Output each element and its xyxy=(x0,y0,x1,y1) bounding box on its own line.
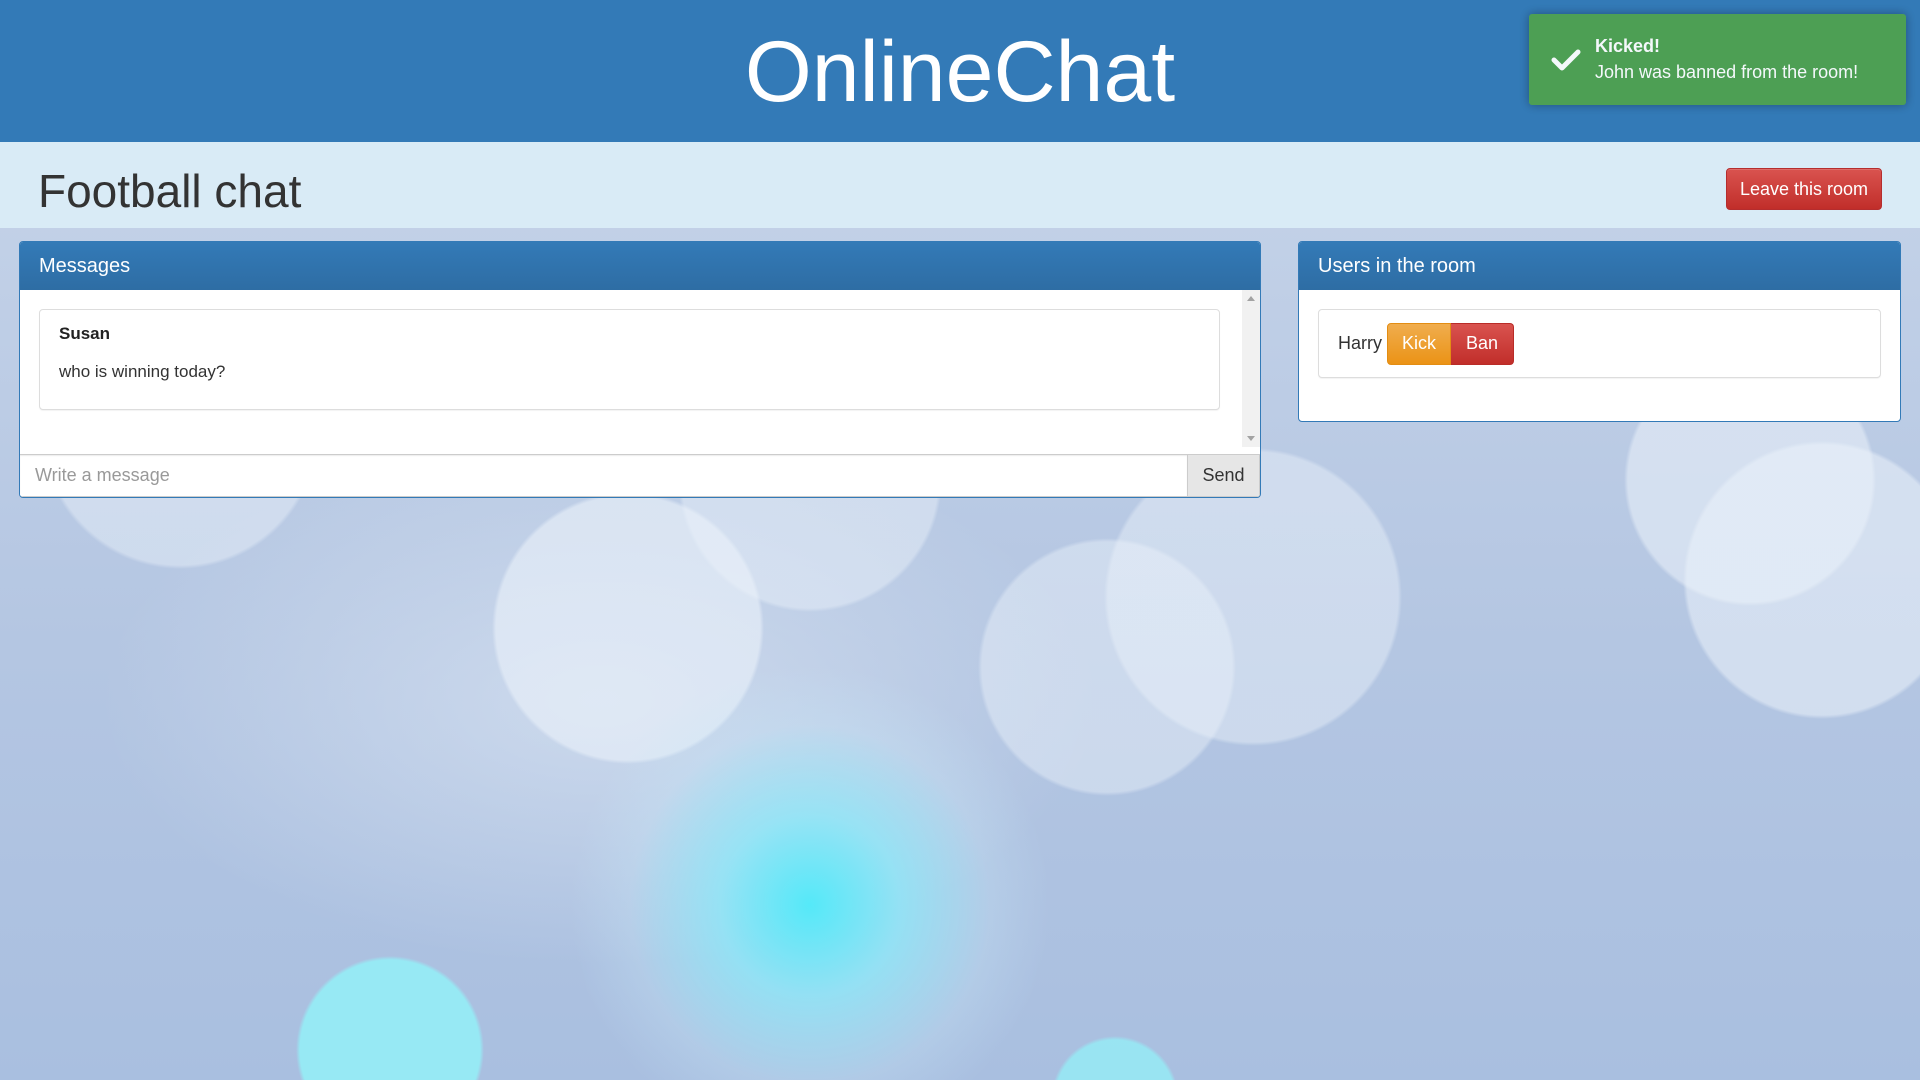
users-panel-heading: Users in the room xyxy=(1299,242,1900,290)
brand-title: OnlineChat xyxy=(744,23,1176,120)
toast-message: John was banned from the room! xyxy=(1595,62,1859,82)
message-author: Susan xyxy=(59,324,111,343)
kick-user-button[interactable]: Kick xyxy=(1387,322,1451,365)
scroll-down-icon[interactable] xyxy=(1247,436,1255,441)
ban-user-button[interactable]: Ban xyxy=(1451,322,1514,365)
scroll-up-icon[interactable] xyxy=(1247,296,1255,301)
leave-room-button[interactable]: Leave this room xyxy=(1726,168,1882,210)
messages-panel: Messages Susan who is winning today? Sen… xyxy=(19,241,1261,498)
room-title: Football chat xyxy=(38,165,302,217)
notification-toast[interactable]: Kicked! John was banned from the room! xyxy=(1529,14,1906,105)
messages-panel-heading: Messages xyxy=(20,242,1260,290)
user-actions: Kick Ban xyxy=(1387,322,1514,365)
messages-scrollbar[interactable] xyxy=(1242,290,1260,447)
user-name: Harry xyxy=(1338,333,1382,353)
message-input-row: Send xyxy=(20,454,1260,497)
toast-content: Kicked! John was banned from the room! xyxy=(1595,36,1858,83)
toast-title: Kicked! xyxy=(1595,36,1661,56)
message-text: who is winning today? xyxy=(59,362,226,381)
room-bar: Football chat xyxy=(0,142,1920,228)
check-icon xyxy=(1549,43,1583,77)
user-item: Harry Kick Ban xyxy=(1318,309,1881,378)
users-panel: Users in the room Harry Kick Ban xyxy=(1298,241,1901,422)
message-item: Susan who is winning today? xyxy=(39,309,1220,410)
send-button[interactable]: Send xyxy=(1188,454,1260,497)
message-input[interactable] xyxy=(20,454,1188,497)
